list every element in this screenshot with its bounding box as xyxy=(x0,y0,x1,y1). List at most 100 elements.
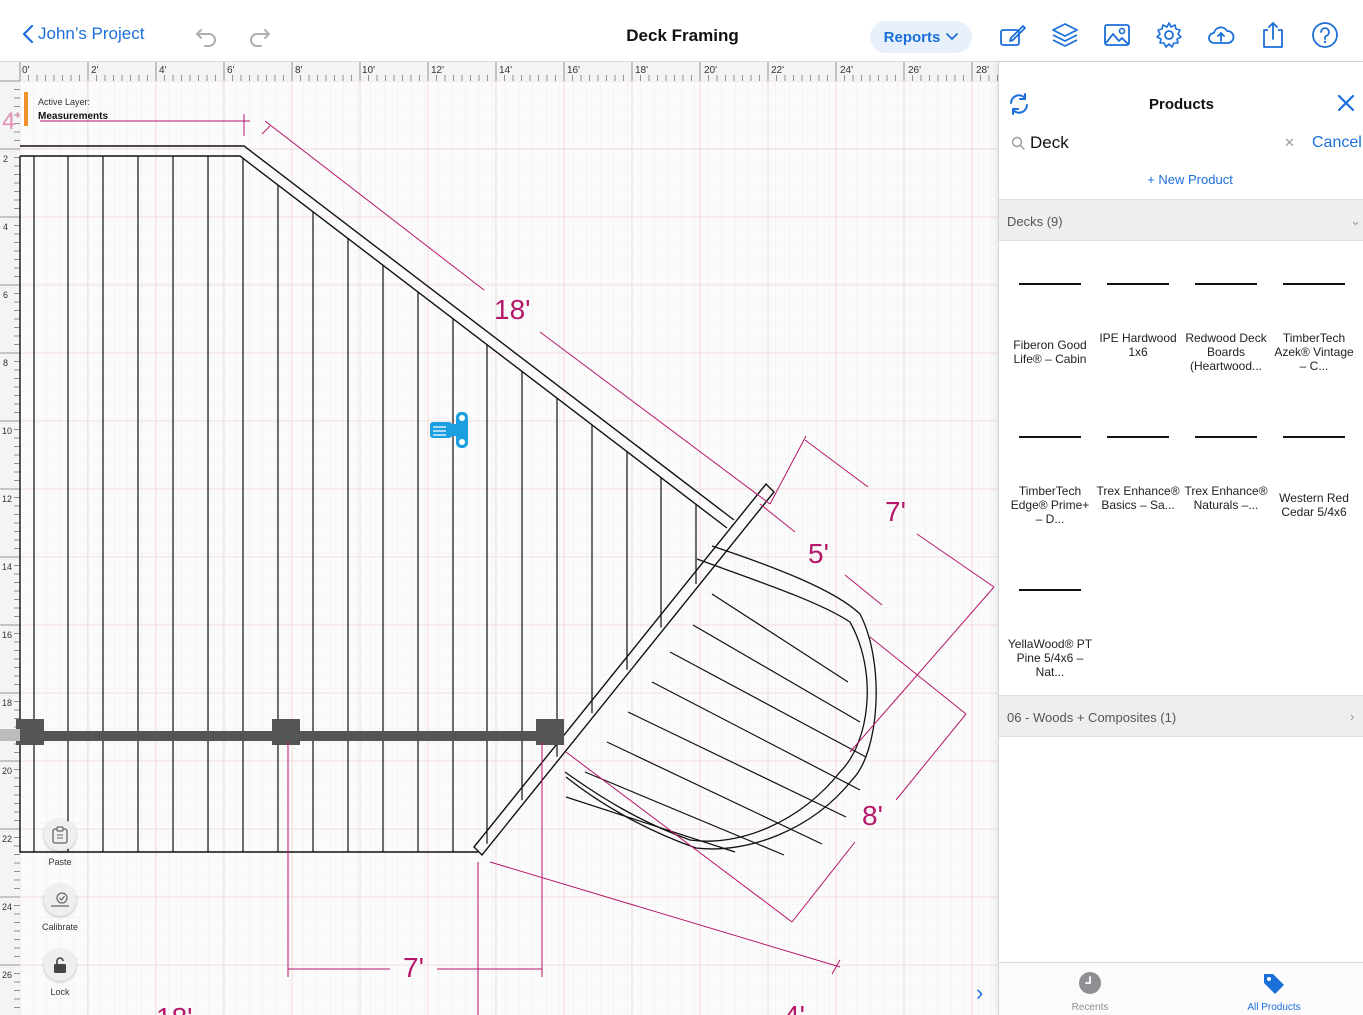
product-thumbnail xyxy=(1283,283,1345,285)
product-item[interactable]: TimberTech Azek® Vintage – C... xyxy=(1270,283,1358,373)
ruler-left-label: 4 xyxy=(3,222,8,232)
layers-icon[interactable] xyxy=(1050,20,1080,50)
chevron-down-icon: ⌄ xyxy=(1350,213,1361,228)
deck-drawing[interactable]: 0' 2' 4' 6' 8' 10' 12' 14' 16' 18' 20' 2… xyxy=(0,62,998,1015)
corner-measure-label: 4' xyxy=(2,108,20,135)
product-thumbnail xyxy=(1283,436,1345,438)
group-decks-label: Decks (9) xyxy=(1007,214,1063,229)
search-input[interactable] xyxy=(1030,131,1270,155)
product-item[interactable]: YellaWood® PT Pine 5/4x6 – Nat... xyxy=(1006,589,1094,679)
panel-title: Products xyxy=(1148,96,1214,113)
ruler-top-label: 22' xyxy=(771,65,784,76)
post xyxy=(16,719,44,745)
group-decks-header[interactable]: Decks (9) ⌄ xyxy=(999,199,1363,241)
group-woods-label: 06 - Woods + Composites (1) xyxy=(1007,710,1177,725)
products-panel: Products ✕ Cancel + New Product Decks (9… xyxy=(998,62,1363,1015)
ruler-left-label: 12 xyxy=(2,494,12,504)
tag-icon xyxy=(1264,974,1284,994)
product-name: Western Red Cedar 5/4x6 xyxy=(1279,491,1349,519)
clock-icon xyxy=(1079,972,1101,994)
panel-tab-bar: Recents All Products xyxy=(999,962,1363,1015)
close-icon[interactable] xyxy=(1335,92,1357,114)
tab-recents[interactable]: Recents xyxy=(1035,971,1145,1013)
back-button[interactable]: John’s Project xyxy=(22,24,144,44)
ruler-left-label: 2 xyxy=(3,154,8,164)
product-thumbnail xyxy=(1019,436,1081,438)
product-item[interactable]: IPE Hardwood 1x6 xyxy=(1094,283,1182,359)
measure-label: 8' xyxy=(862,800,883,831)
chevron-down-icon xyxy=(946,33,959,41)
product-name: Fiberon Good Life® – Cabin xyxy=(1013,338,1087,366)
lock-button[interactable]: Lock xyxy=(34,949,86,997)
calibrate-button[interactable]: Calibrate xyxy=(34,884,86,932)
page-title: Deck Framing xyxy=(626,26,739,45)
gear-icon[interactable] xyxy=(1154,20,1184,50)
search-icon xyxy=(1011,136,1025,150)
product-thumbnail xyxy=(1195,283,1257,285)
calibrate-label: Calibrate xyxy=(41,922,79,932)
paste-button[interactable]: Paste xyxy=(34,819,86,867)
ruler-top-label: 18' xyxy=(635,65,648,76)
ruler-left-label: 18 xyxy=(2,698,12,708)
edit-icon[interactable] xyxy=(998,20,1028,50)
clear-search-icon[interactable]: ✕ xyxy=(1284,135,1295,151)
undo-icon[interactable] xyxy=(192,20,222,50)
product-name: YellaWood® PT Pine 5/4x6 – Nat... xyxy=(1007,637,1093,679)
ruler-top-label: 10' xyxy=(362,65,375,76)
help-icon[interactable] xyxy=(1310,20,1340,50)
measure-label: 7' xyxy=(885,496,906,527)
measure-label: 18' xyxy=(156,1002,193,1015)
ruler-top-label: 12' xyxy=(431,65,444,76)
tab-recents-label: Recents xyxy=(1071,1002,1109,1013)
product-item[interactable]: Trex Enhance® Naturals –... xyxy=(1182,436,1270,512)
post xyxy=(272,719,300,745)
chevron-right-icon[interactable]: › xyxy=(976,980,983,1006)
active-layer-value: Measurements xyxy=(38,111,109,122)
cloud-upload-icon[interactable] xyxy=(1206,20,1236,50)
product-thumbnail xyxy=(1019,283,1081,285)
back-button-label: John’s Project xyxy=(38,24,145,43)
ruler-left-label: 6 xyxy=(3,290,8,300)
product-item[interactable]: Fiberon Good Life® – Cabin xyxy=(1006,283,1094,366)
product-item[interactable]: Trex Enhance® Basics – Sa... xyxy=(1094,436,1182,512)
calibrate-icon xyxy=(44,884,76,916)
group-woods-header[interactable]: 06 - Woods + Composites (1) › xyxy=(999,695,1363,737)
product-item[interactable]: Western Red Cedar 5/4x6 xyxy=(1270,436,1358,519)
cancel-button[interactable]: Cancel xyxy=(1312,134,1362,152)
ruler-top-label: 8' xyxy=(295,65,303,76)
reports-button[interactable]: Reports xyxy=(870,21,972,53)
tab-all-products[interactable]: All Products xyxy=(1219,971,1329,1013)
redo-icon[interactable] xyxy=(244,20,274,50)
ruler-left-label: 22 xyxy=(2,834,12,844)
product-name: Trex Enhance® Basics – Sa... xyxy=(1096,484,1180,512)
drawing-canvas[interactable]: 0' 2' 4' 6' 8' 10' 12' 14' 16' 18' 20' 2… xyxy=(0,62,998,1015)
image-icon[interactable] xyxy=(1102,20,1132,50)
product-name: TimberTech Edge® Prime+ – D... xyxy=(1010,484,1090,526)
measure-label: 4' xyxy=(784,1000,805,1015)
product-thumbnail xyxy=(1107,283,1169,285)
share-icon[interactable] xyxy=(1258,20,1288,50)
product-name: Trex Enhance® Naturals –... xyxy=(1184,484,1268,512)
product-name: Redwood Deck Boards (Heartwood... xyxy=(1185,331,1267,373)
tab-all-products-label: All Products xyxy=(1247,1002,1301,1013)
product-name: TimberTech Azek® Vintage – C... xyxy=(1274,331,1354,373)
lock-label: Lock xyxy=(50,987,70,997)
ruler-top-label: 2' xyxy=(91,65,99,76)
measure-label: 18' xyxy=(494,294,531,325)
ruler-top-label: 4' xyxy=(159,65,167,76)
ruler-left-label: 14 xyxy=(2,562,12,572)
active-layer-label: Active Layer: xyxy=(38,97,91,107)
product-item[interactable]: TimberTech Edge® Prime+ – D... xyxy=(1006,436,1094,526)
paste-label: Paste xyxy=(48,857,72,867)
ruler-top-label: 0' xyxy=(22,65,30,76)
active-layer-indicator[interactable]: Active Layer: Measurements xyxy=(24,92,256,128)
ruler-left-label: 24 xyxy=(2,902,12,912)
product-item[interactable]: Redwood Deck Boards (Heartwood... xyxy=(1182,283,1270,373)
unlock-icon xyxy=(44,949,76,981)
chevron-left-icon xyxy=(22,24,34,44)
ruler-top-label: 14' xyxy=(499,65,512,76)
product-thumbnail xyxy=(1019,589,1081,591)
new-product-button[interactable]: + New Product xyxy=(999,172,1363,187)
ruler-left-label: 26 xyxy=(2,970,12,980)
measure-label: 5' xyxy=(808,538,829,569)
